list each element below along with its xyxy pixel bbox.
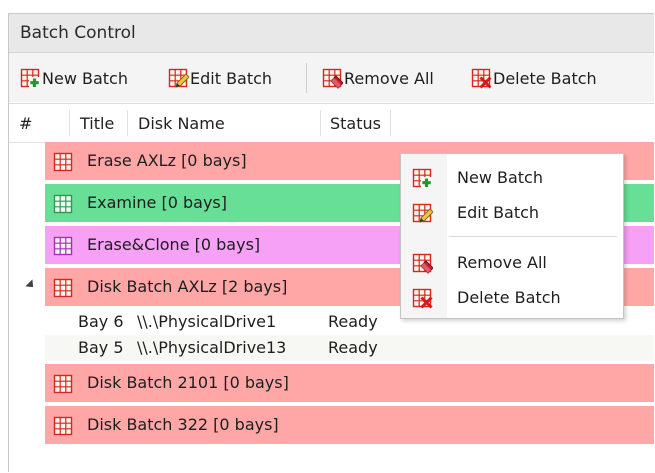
column-header: # Title Disk Name Status [9,103,654,143]
column-title[interactable]: Title [80,104,114,142]
new-batch-label: New Batch [42,68,128,88]
grid-eraser-icon [321,67,343,89]
batch-label: Examine [0 bays] [87,193,227,212]
bay-status: Ready [328,338,378,357]
grid-eraser-icon [411,252,433,274]
grid-x-icon [411,287,433,309]
delete-batch-button[interactable]: Delete Batch [470,65,597,91]
column-divider[interactable] [127,110,128,136]
bay-disk-name: \\.\PhysicalDrive1 [137,312,277,331]
expand-collapse-icon[interactable] [25,279,37,291]
bay-row[interactable]: Bay 5 \\.\PhysicalDrive13 Ready [45,335,654,361]
menu-item-label: Remove All [457,253,547,272]
batch-label: Disk Batch 322 [0 bays] [87,415,279,434]
menu-item-label: Delete Batch [457,288,561,307]
column-status[interactable]: Status [330,104,381,142]
batch-label: Disk Batch AXLz [2 bays] [87,277,288,296]
toolbar: New Batch Edit Batch Remove All Delete B… [9,53,654,102]
grid-icon [53,374,73,394]
menu-item-new-batch[interactable]: New Batch [401,161,623,195]
menu-item-edit-batch[interactable]: Edit Batch [401,196,623,230]
column-divider[interactable] [390,110,391,136]
batch-row[interactable]: Disk Batch 322 [0 bays] [45,406,654,444]
menu-item-label: Edit Batch [457,203,540,222]
context-menu: New Batch Edit Batch Remove All Delete B… [400,153,624,319]
grid-pencil-icon [167,67,189,89]
bay-title: Bay 6 [78,312,124,331]
panel-titlebar: Batch Control [9,14,654,53]
menu-item-remove-all[interactable]: Remove All [401,246,623,280]
menu-separator [449,236,617,237]
grid-pencil-icon [411,202,433,224]
column-divider[interactable] [69,110,70,136]
column-divider[interactable] [320,110,321,136]
grid-x-icon [470,67,492,89]
edit-batch-label: Edit Batch [190,68,273,88]
menu-item-label: New Batch [457,168,543,187]
column-disk-name[interactable]: Disk Name [138,104,225,142]
grid-icon [53,278,73,298]
bay-status: Ready [328,312,378,331]
batch-row[interactable]: Disk Batch 2101 [0 bays] [45,364,654,402]
remove-all-label: Remove All [344,68,434,88]
edit-batch-button[interactable]: Edit Batch [167,65,272,91]
delete-batch-label: Delete Batch [493,68,597,88]
batch-label: Erase AXLz [0 bays] [87,151,247,170]
grid-icon [53,194,73,214]
column-num[interactable]: # [19,104,32,142]
grid-icon [53,236,73,256]
grid-plus-icon [411,167,433,189]
grid-icon [53,152,73,172]
menu-item-delete-batch[interactable]: Delete Batch [401,281,623,315]
bay-title: Bay 5 [78,338,124,357]
panel-title: Batch Control [20,23,136,43]
batch-label: Disk Batch 2101 [0 bays] [87,373,289,392]
toolbar-separator [306,63,307,93]
new-batch-button[interactable]: New Batch [19,65,128,91]
remove-all-button[interactable]: Remove All [321,65,434,91]
bay-disk-name: \\.\PhysicalDrive13 [137,338,287,357]
grid-icon [53,416,73,436]
batch-label: Erase&Clone [0 bays] [87,235,261,254]
grid-plus-icon [19,67,41,89]
